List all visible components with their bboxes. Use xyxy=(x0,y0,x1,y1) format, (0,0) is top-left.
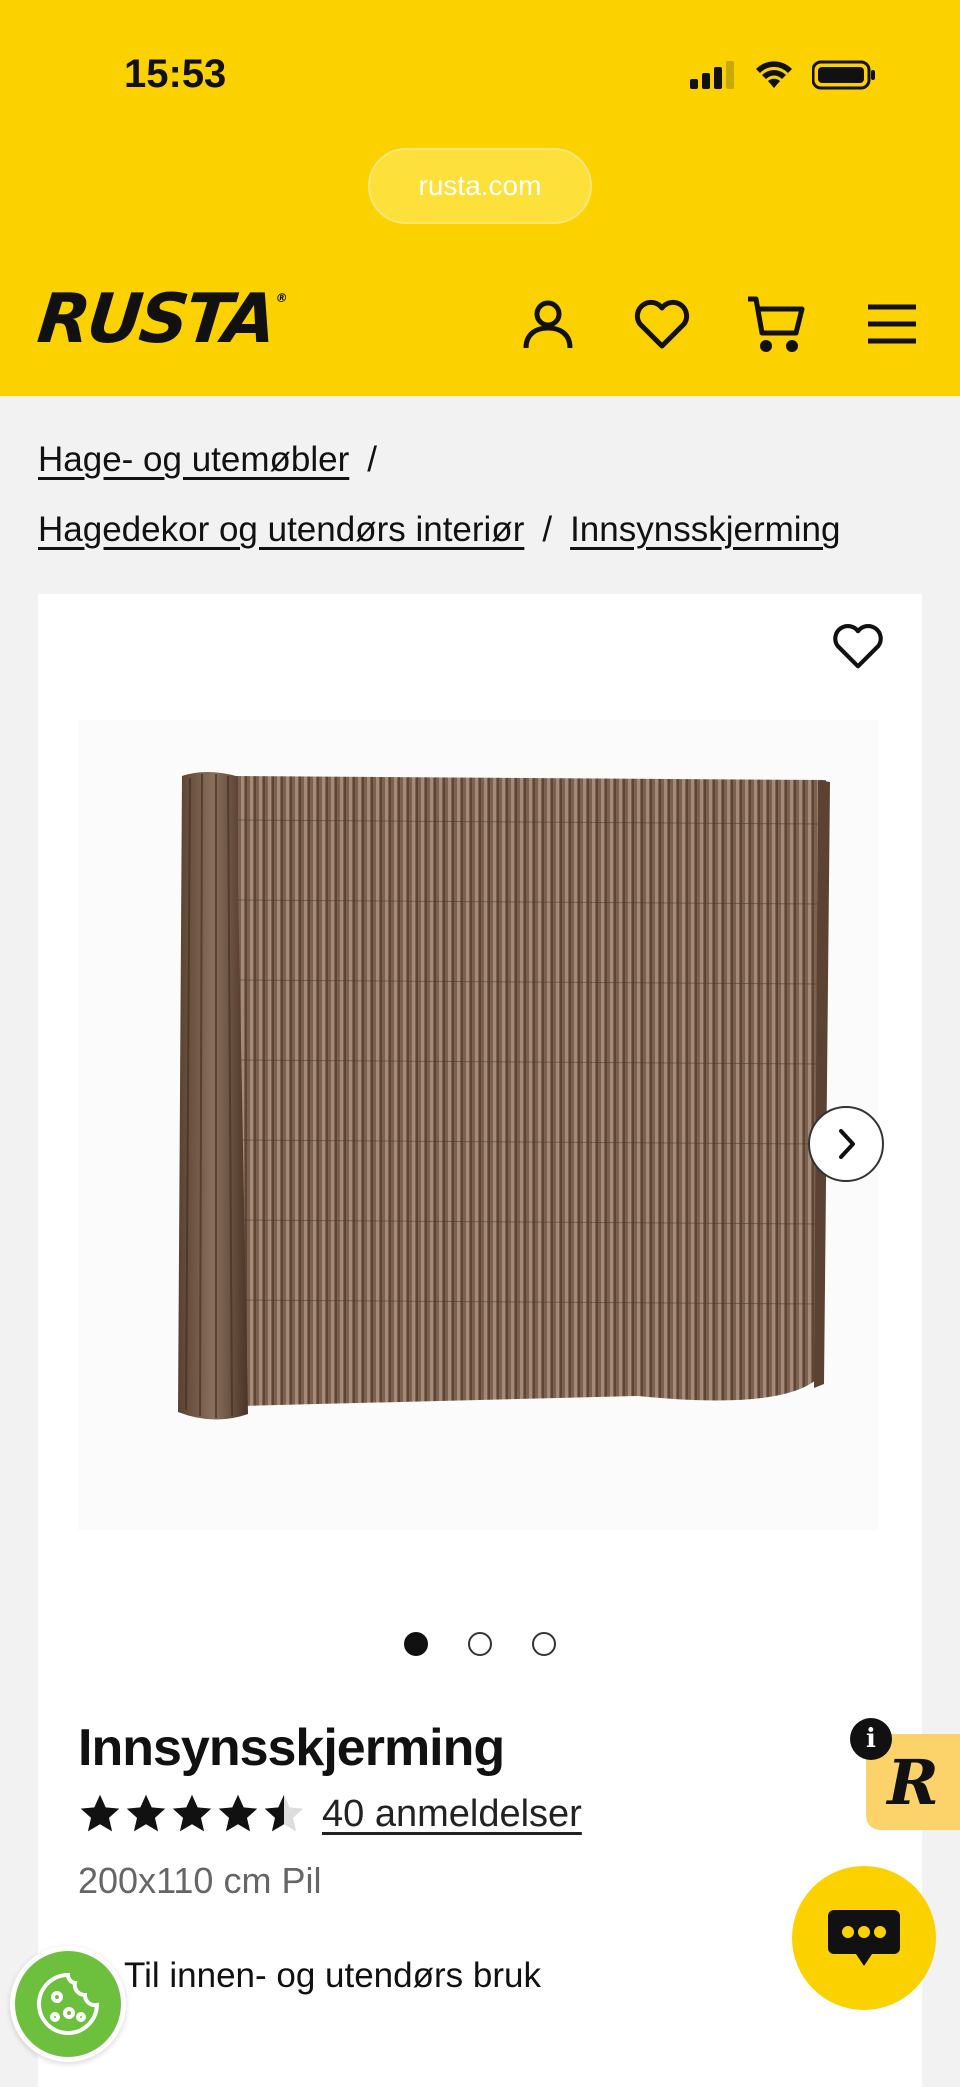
gallery-dot-1[interactable] xyxy=(404,1632,428,1656)
breadcrumb-link-hagedekor[interactable]: Hagedekor og utendørs interiør xyxy=(38,510,524,550)
menu-icon[interactable] xyxy=(862,294,922,354)
battery-icon xyxy=(812,60,875,90)
star-icon xyxy=(80,1794,120,1832)
wifi-icon xyxy=(756,61,792,88)
chat-button[interactable] xyxy=(792,1866,936,2010)
star-icon xyxy=(126,1794,166,1832)
cart-icon[interactable] xyxy=(746,294,806,354)
reviews-link[interactable]: 40 anmeldelser xyxy=(322,1793,582,1836)
cookie-icon xyxy=(37,1972,100,2035)
signal-icon xyxy=(690,61,734,89)
star-icon xyxy=(172,1794,212,1832)
favorite-heart-icon[interactable] xyxy=(828,616,888,676)
breadcrumb-link-hage[interactable]: Hage- og utemøbler xyxy=(38,440,349,480)
gallery-dot-3[interactable] xyxy=(532,1632,556,1656)
product-image-willow-screen[interactable] xyxy=(78,720,878,1530)
product-card: Innsynsskjerming 40 anmeldelser 200x110 … xyxy=(38,594,922,2087)
url-bar[interactable]: rusta.com xyxy=(368,148,592,224)
info-icon[interactable]: i xyxy=(850,1718,892,1760)
breadcrumb-separator: / xyxy=(542,510,553,549)
breadcrumb-separator: / xyxy=(367,440,377,479)
half-star-icon xyxy=(264,1794,304,1832)
gallery-dot-2[interactable] xyxy=(468,1632,492,1656)
rating-stars xyxy=(78,1792,306,1836)
gallery-pagination xyxy=(38,1632,922,1656)
breadcrumb: Hage- og utemøbler / Hagedekor og utendø… xyxy=(38,436,938,576)
rusta-logo[interactable]: RUSTA® xyxy=(34,280,288,359)
site-header: 15:53 rusta.com RUSTA® xyxy=(0,0,960,396)
product-rating: 40 anmeldelser xyxy=(78,1792,582,1836)
product-variant: 200x110 cm Pil xyxy=(78,1860,322,1901)
account-icon[interactable] xyxy=(518,294,578,354)
star-icon xyxy=(218,1794,258,1832)
gallery-next-arrow-icon[interactable] xyxy=(808,1106,884,1182)
breadcrumb-link-innsynsskjerming[interactable]: Innsynsskjerming xyxy=(570,510,840,550)
heart-icon[interactable] xyxy=(632,294,692,354)
status-icons xyxy=(690,60,876,90)
product-feature: Til innen- og utendørs bruk xyxy=(124,1956,541,1995)
status-time: 15:53 xyxy=(124,52,227,96)
product-title: Innsynsskjerming xyxy=(78,1719,505,1777)
chat-bubble-icon xyxy=(828,1910,900,1966)
cookie-settings-button[interactable] xyxy=(10,1946,126,2062)
